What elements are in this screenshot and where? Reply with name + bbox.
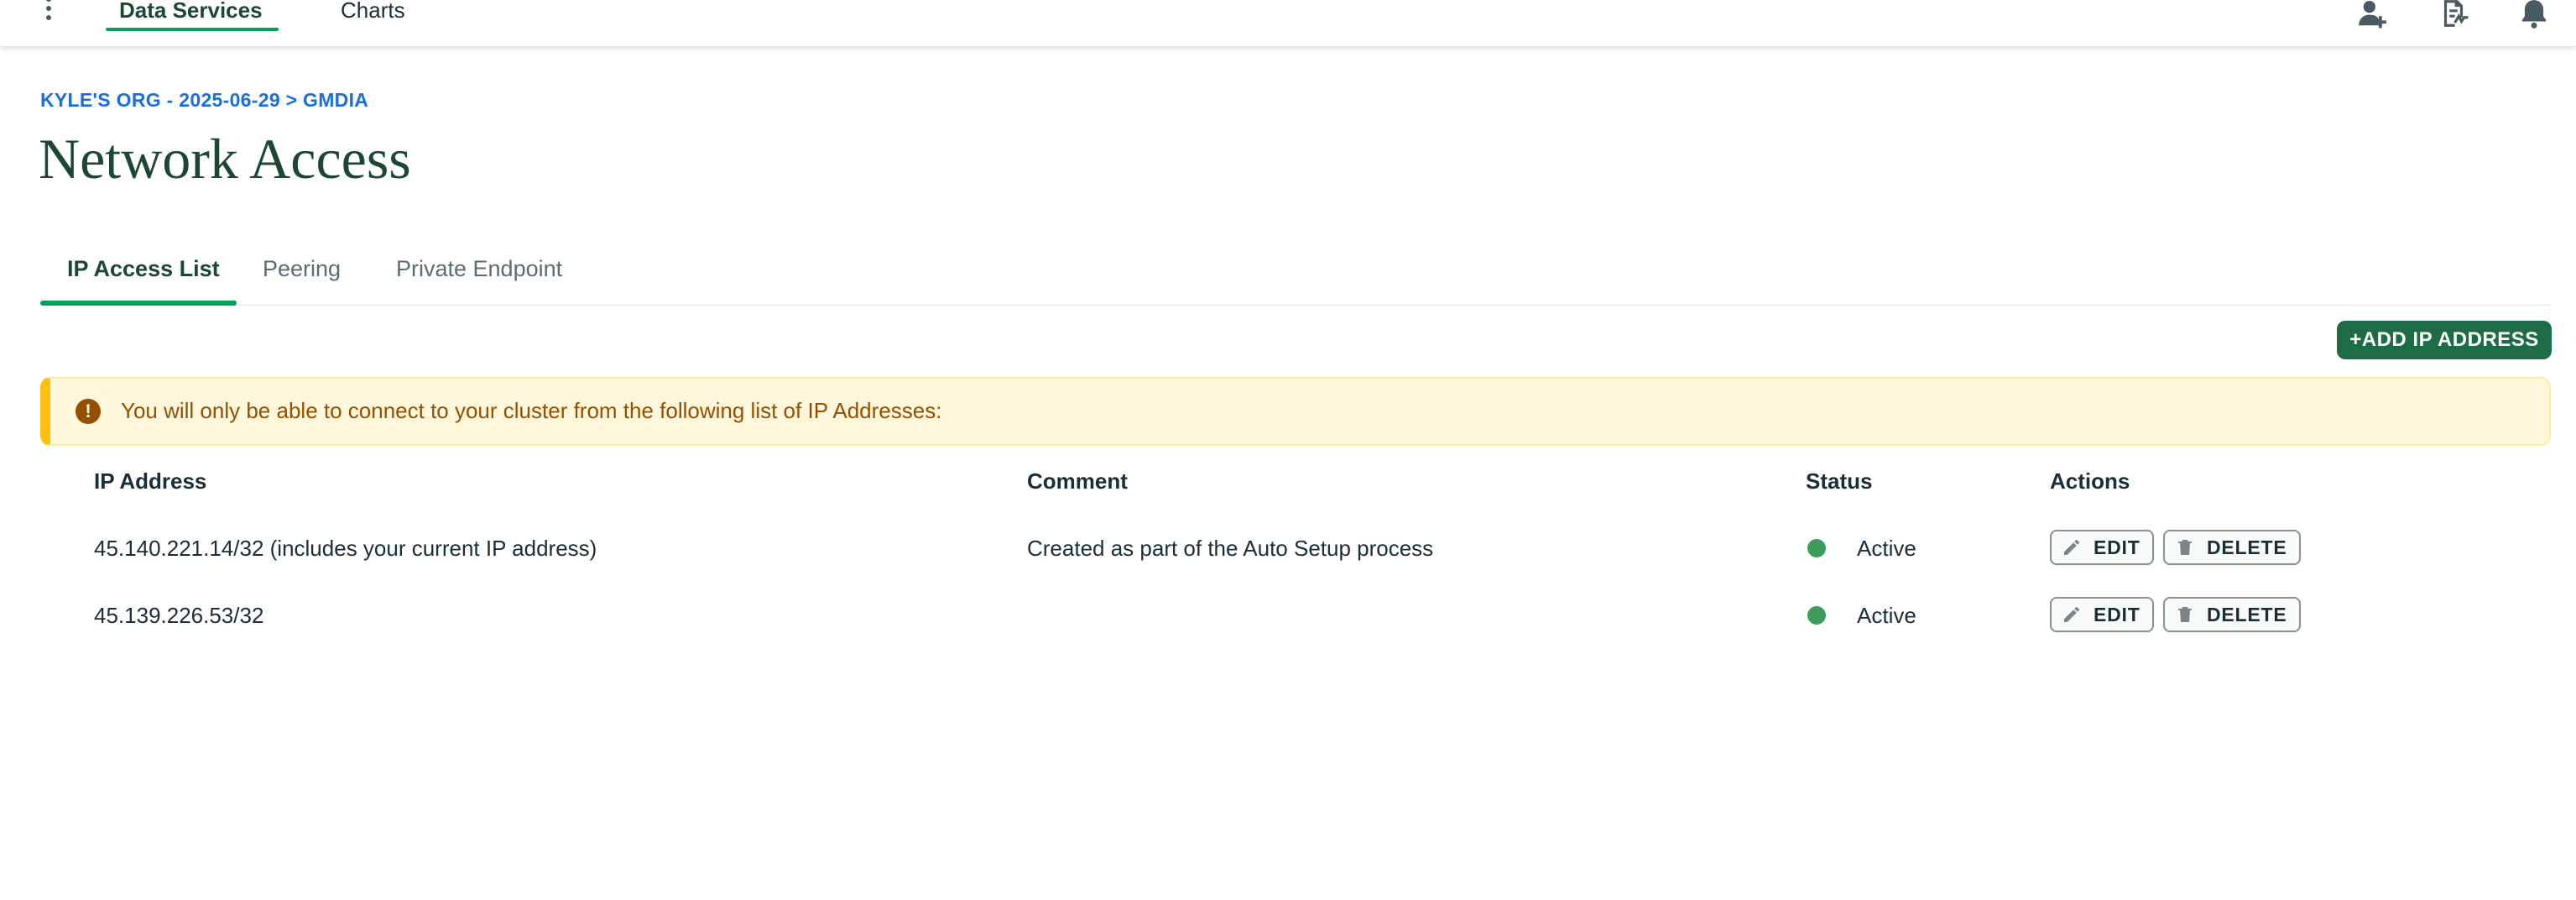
status-active-icon [1807,606,1826,625]
edit-label: EDIT [2094,603,2141,625]
delete-label: DELETE [2207,536,2287,558]
ip-address-cell: 45.139.226.53/32 [94,603,264,628]
column-header-comment: Comment [1027,468,1128,494]
activity-feed-icon[interactable] [2435,0,2472,32]
person-add-icon[interactable] [2354,0,2391,32]
edit-button[interactable]: EDIT [2050,530,2154,565]
tab-active-indicator [40,301,237,306]
warning-text: You will only be able to connect to your… [121,398,942,423]
trash-icon [2178,540,2192,555]
edit-label: EDIT [2094,536,2141,558]
ip-access-warning-banner: ! You will only be able to connect to yo… [40,377,2551,446]
status-cell: Active [1857,603,1916,628]
page-title: Network Access [39,127,411,191]
column-header-ip-address: IP Address [94,468,207,494]
column-header-actions: Actions [2050,468,2130,494]
top-navigation-bar: Data Services Charts [0,0,2576,47]
pencil-icon [2064,540,2079,555]
tab-peering[interactable]: Peering [263,252,341,306]
column-header-status: Status [1806,468,1873,494]
nav-tab-active-indicator [106,28,279,31]
tab-private-endpoint[interactable]: Private Endpoint [396,252,562,306]
nav-tab-charts[interactable]: Charts [341,0,405,25]
breadcrumb[interactable]: KYLE'S ORG - 2025-06-29 > GMDIA [40,89,368,112]
delete-label: DELETE [2207,603,2287,625]
network-access-tabs: IP Access List Peering Private Endpoint [40,252,2551,306]
delete-button[interactable]: DELETE [2163,597,2301,632]
add-ip-address-button[interactable]: +ADD IP ADDRESS [2337,321,2552,359]
more-options-icon[interactable] [42,0,55,20]
tab-ip-access-list[interactable]: IP Access List [67,252,220,306]
warning-icon: ! [76,399,101,424]
bell-icon[interactable] [2516,0,2553,32]
delete-button[interactable]: DELETE [2163,530,2301,565]
status-cell: Active [1857,536,1916,561]
edit-button[interactable]: EDIT [2050,597,2154,632]
pencil-icon [2064,607,2079,622]
comment-cell: Created as part of the Auto Setup proces… [1027,536,1434,561]
status-active-icon [1807,539,1826,557]
nav-tab-data-services[interactable]: Data Services [119,0,263,25]
trash-icon [2178,607,2192,622]
ip-address-cell: 45.140.221.14/32 (includes your current … [94,536,597,561]
